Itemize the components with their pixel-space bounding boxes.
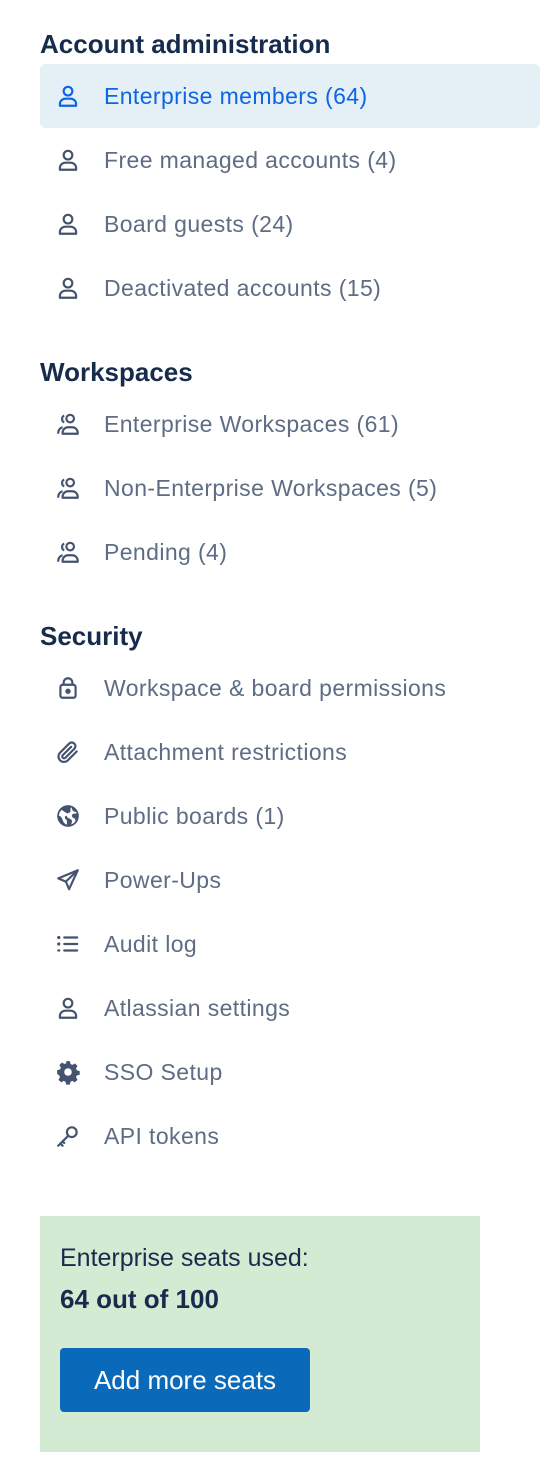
nav-item-api-tokens[interactable]: API tokens — [40, 1104, 540, 1168]
seats-used-label: Enterprise seats used: — [60, 1244, 309, 1272]
person-icon — [54, 82, 82, 110]
nav-item-deactivated-accounts[interactable]: Deactivated accounts (15) — [40, 256, 540, 320]
person-icon — [54, 994, 82, 1022]
nav-item-free-managed-accounts[interactable]: Free managed accounts (4) — [40, 128, 540, 192]
nav-item-label: Free managed accounts (4) — [104, 146, 397, 173]
nav-item-label: Audit log — [104, 930, 198, 957]
nav-item-label: Public boards (1) — [104, 802, 285, 829]
person-icon — [54, 274, 82, 302]
nav-item-workspace-board-permissions[interactable]: Workspace & board permissions — [40, 656, 540, 720]
seats-used-value: 64 out of 100 — [60, 1284, 219, 1314]
nav-item-label: Enterprise Workspaces (61) — [104, 410, 400, 437]
nav-item-public-boards[interactable]: Public boards (1) — [40, 784, 540, 848]
nav-item-power-ups[interactable]: Power-Ups — [40, 848, 540, 912]
nav-item-label: Pending (4) — [104, 538, 228, 565]
section-title-workspaces: Workspaces — [40, 357, 193, 387]
section-title-account-administration: Account administration — [40, 29, 331, 59]
nav-item-label: API tokens — [104, 1122, 220, 1149]
person-icon — [54, 210, 82, 238]
nav-item-attachment-restrictions[interactable]: Attachment restrictions — [40, 720, 540, 784]
nav-item-atlassian-settings[interactable]: Atlassian settings — [40, 976, 540, 1040]
globe-icon — [54, 802, 82, 830]
nav-item-label: Power-Ups — [104, 866, 222, 893]
nav-item-label: Workspace & board permissions — [104, 674, 447, 701]
nav-item-sso-setup[interactable]: SSO Setup — [40, 1040, 540, 1104]
add-more-seats-button[interactable]: Add more seats — [60, 1348, 310, 1412]
nav-item-label: SSO Setup — [104, 1058, 223, 1085]
people-icon — [54, 474, 82, 502]
nav-item-label: Non-Enterprise Workspaces (5) — [104, 474, 438, 501]
nav-item-enterprise-members[interactable]: Enterprise members (64) — [40, 64, 540, 128]
gear-icon — [54, 1058, 82, 1086]
nav-item-label: Atlassian settings — [104, 994, 291, 1021]
nav-item-label: Board guests (24) — [104, 210, 294, 237]
key-icon — [54, 1122, 82, 1150]
nav-item-pending[interactable]: Pending (4) — [40, 520, 540, 584]
nav-item-label: Deactivated accounts (15) — [104, 274, 382, 301]
section-title-security: Security — [40, 621, 143, 651]
paperclip-icon — [54, 738, 82, 766]
person-icon — [54, 146, 82, 174]
enterprise-seats-panel: Enterprise seats used: 64 out of 100 Add… — [40, 1216, 480, 1452]
nav-item-non-enterprise-workspaces[interactable]: Non-Enterprise Workspaces (5) — [40, 456, 540, 520]
rocket-icon — [54, 866, 82, 894]
nav-item-enterprise-workspaces[interactable]: Enterprise Workspaces (61) — [40, 392, 540, 456]
nav-item-label: Attachment restrictions — [104, 738, 348, 765]
list-icon — [54, 930, 82, 958]
nav-item-board-guests[interactable]: Board guests (24) — [40, 192, 540, 256]
people-icon — [54, 410, 82, 438]
nav-item-audit-log[interactable]: Audit log — [40, 912, 540, 976]
lock-icon — [54, 674, 82, 702]
people-icon — [54, 538, 82, 566]
nav-item-label: Enterprise members (64) — [104, 82, 368, 109]
